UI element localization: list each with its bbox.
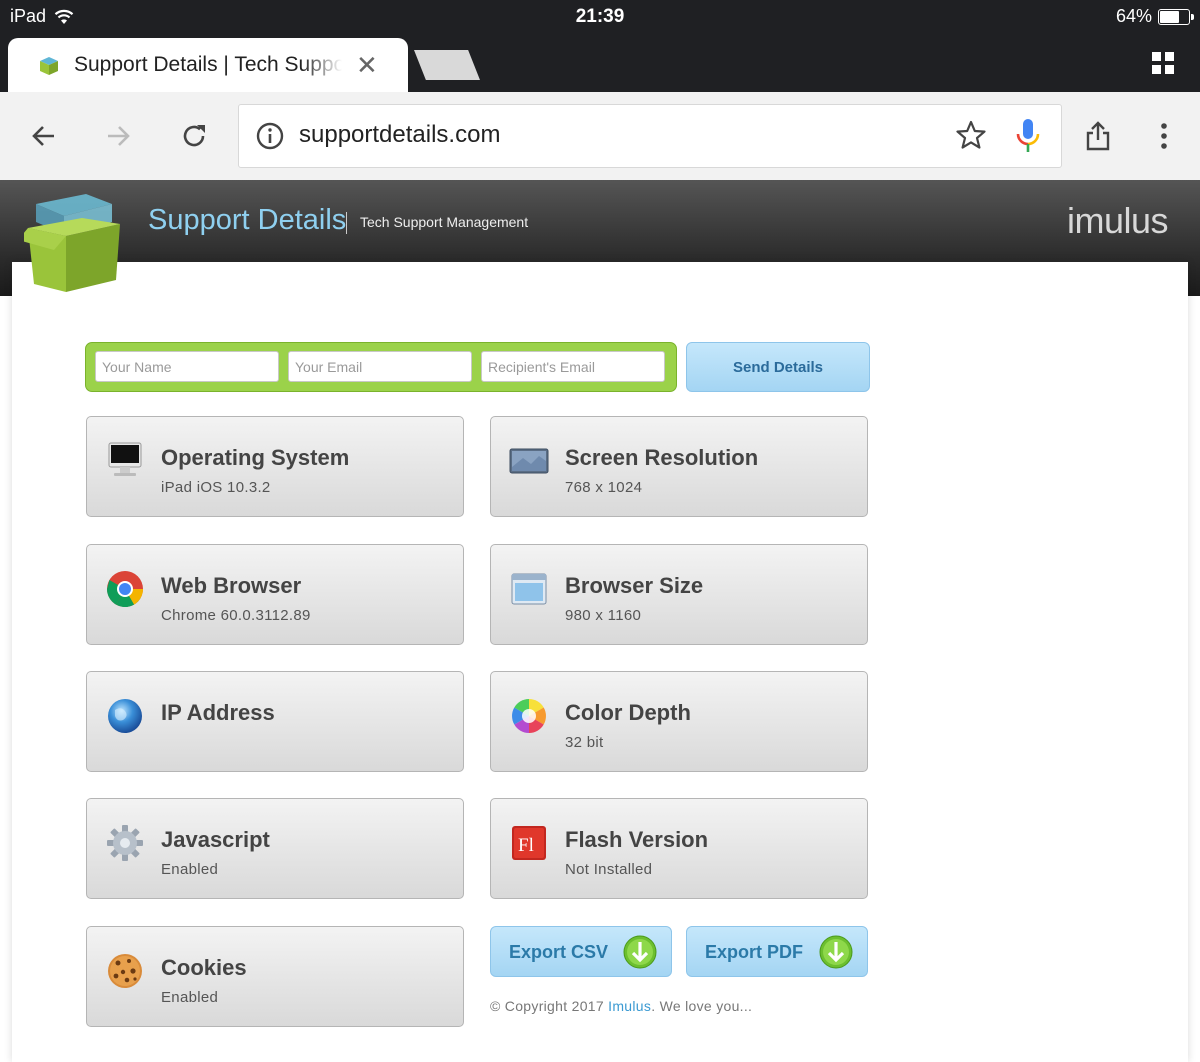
export-pdf-label: Export PDF	[705, 942, 804, 962]
window-icon	[511, 573, 547, 605]
title-divider	[346, 212, 347, 234]
reload-button[interactable]	[172, 114, 216, 158]
card-screen-resolution: Screen Resolution 768 x 1024	[490, 416, 868, 517]
export-csv-label: Export CSV	[509, 942, 609, 962]
card-title: IP Address	[161, 700, 275, 725]
imulus-link[interactable]: Imulus	[608, 998, 651, 1014]
forward-arrow-icon	[108, 126, 130, 146]
tab-active[interactable]: Support Details | Tech Support Managemen…	[8, 38, 408, 92]
card-value: Chrome 60.0.3112.89	[161, 607, 311, 624]
card-title: Color Depth	[565, 700, 691, 725]
card-title: Web Browser	[161, 573, 302, 598]
card-value: Enabled	[161, 861, 219, 878]
card-flash-version: Fl Flash Version Not Installed	[490, 798, 868, 899]
card-value: 32 bit	[565, 734, 604, 751]
back-button[interactable]	[22, 114, 66, 158]
address-bar[interactable]: supportdetails.com	[238, 104, 1062, 168]
bookmark-star-icon[interactable]	[955, 119, 987, 151]
clock: 21:39	[575, 6, 625, 27]
browser-toolbar: supportdetails.com	[0, 92, 1200, 181]
tab-title: Support Details | Tech Support Managemen…	[74, 53, 342, 76]
card-title: Browser Size	[565, 573, 704, 598]
card-javascript: Javascript Enabled	[86, 798, 464, 899]
share-icon	[1086, 121, 1110, 151]
card-title: Operating System	[161, 445, 350, 470]
export-csv-button[interactable]: Export CSV	[490, 926, 672, 977]
logo-box-icon	[24, 194, 120, 292]
tab-close-icon[interactable]: ✕	[356, 50, 378, 81]
card-value: 768 x 1024	[565, 479, 643, 496]
favicon-box-icon	[40, 57, 58, 75]
card-operating-system: Operating System iPad iOS 10.3.2	[86, 416, 464, 517]
menu-button[interactable]	[1142, 114, 1186, 158]
card-title: Javascript	[161, 827, 270, 852]
copyright-footer: © Copyright 2017 Imulus. We love you...	[490, 998, 753, 1014]
microphone-icon[interactable]	[1015, 117, 1041, 155]
share-button[interactable]	[1076, 114, 1120, 158]
flash-icon: Fl	[512, 826, 546, 860]
export-pdf-button[interactable]: Export PDF	[686, 926, 868, 977]
send-details-form	[85, 342, 677, 392]
card-value: iPad iOS 10.3.2	[161, 479, 271, 496]
battery-icon	[1158, 8, 1194, 25]
card-ip-address: IP Address	[86, 671, 464, 772]
download-icon	[623, 935, 657, 969]
card-web-browser: Web Browser Chrome 60.0.3112.89	[86, 544, 464, 645]
gear-icon	[107, 825, 143, 861]
card-value: Enabled	[161, 989, 219, 1006]
reload-icon	[183, 125, 205, 147]
tab-strip: Support Details | Tech Support Managemen…	[0, 34, 1200, 92]
more-vertical-icon	[1161, 123, 1167, 149]
battery-percent: 64%	[1115, 6, 1152, 26]
computer-icon	[108, 442, 142, 476]
url-text[interactable]: supportdetails.com	[299, 121, 500, 149]
card-title: Cookies	[161, 955, 247, 980]
monitor-icon	[509, 448, 549, 474]
imulus-logo[interactable]: imulus	[1067, 200, 1169, 242]
tab-switcher-icon[interactable]	[1152, 52, 1174, 74]
chrome-icon	[107, 571, 143, 608]
info-icon[interactable]	[255, 121, 285, 151]
your-name-input[interactable]	[95, 351, 279, 382]
card-title: Screen Resolution	[565, 445, 759, 470]
status-bar: iPad 21:39 64%	[0, 0, 1200, 34]
cookie-icon	[108, 954, 142, 988]
globe-icon	[108, 699, 142, 733]
svg-text:Fl: Fl	[518, 835, 534, 856]
forward-button[interactable]	[96, 114, 140, 158]
card-cookies: Cookies Enabled	[86, 926, 464, 1027]
color-wheel-icon	[512, 699, 546, 733]
back-arrow-icon	[32, 126, 54, 146]
card-color-depth: Color Depth 32 bit	[490, 671, 868, 772]
new-tab-button[interactable]	[414, 50, 480, 80]
send-details-button[interactable]: Send Details	[686, 342, 870, 392]
recipient-email-input[interactable]	[481, 351, 665, 382]
site-title[interactable]: Support Details	[148, 204, 346, 237]
card-title: Flash Version	[565, 827, 709, 852]
your-email-input[interactable]	[288, 351, 472, 382]
card-value: Not Installed	[565, 861, 653, 878]
card-value: 980 x 1160	[565, 607, 642, 624]
site-subtitle: Tech Support Management	[360, 214, 529, 230]
card-browser-size: Browser Size 980 x 1160	[490, 544, 868, 645]
download-icon	[819, 935, 853, 969]
